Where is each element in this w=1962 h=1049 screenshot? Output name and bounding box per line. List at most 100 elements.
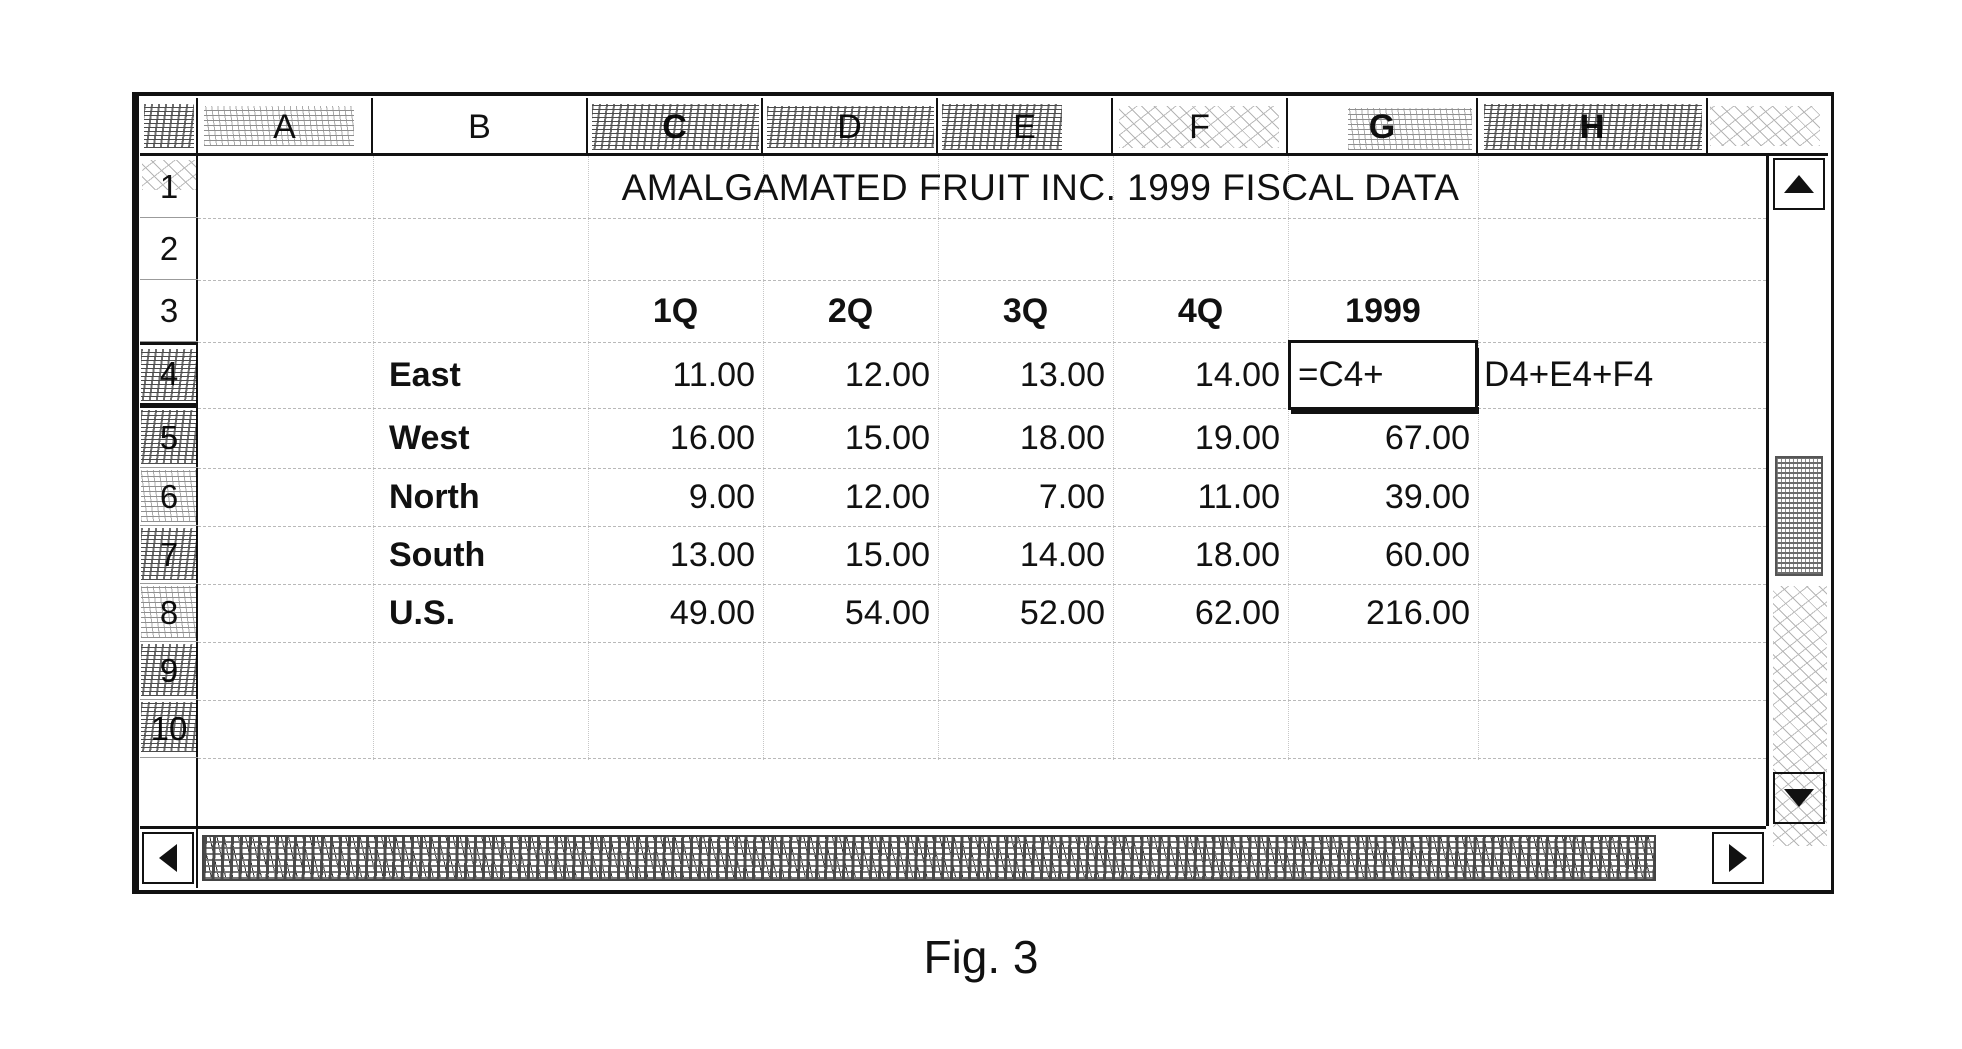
cell-f6[interactable]: 11.00	[1113, 468, 1288, 526]
cell-c6[interactable]: 9.00	[588, 468, 763, 526]
cell-e7[interactable]: 14.00	[938, 526, 1113, 584]
vertical-scrollbar[interactable]	[1766, 156, 1828, 846]
figure-caption: Fig. 3	[923, 931, 1039, 983]
cell-c8[interactable]: 49.00	[588, 584, 763, 642]
scroll-up-button[interactable]	[1773, 158, 1825, 210]
row-header-4[interactable]: 4	[140, 342, 198, 408]
column-header-a-label: A	[273, 107, 296, 146]
cell-c4[interactable]: 11.00	[588, 342, 763, 408]
row-header-column: 1 2 3 4 5 6 7 8 9 10	[140, 156, 198, 888]
column-header-row: A B C D E F G H	[198, 98, 1828, 156]
cell-d5[interactable]: 15.00	[763, 408, 938, 468]
column-header-f-label: F	[1189, 107, 1210, 146]
cell-f5-text: 19.00	[1194, 418, 1280, 457]
horizontal-scroll-thumb[interactable]	[202, 835, 1656, 881]
vertical-scroll-thumb[interactable]	[1775, 456, 1823, 576]
cell-b4[interactable]: East	[373, 342, 588, 408]
cell-g5[interactable]: 67.00	[1288, 408, 1478, 468]
cell-d3[interactable]: 2Q	[763, 280, 938, 342]
horizontal-scrollbar[interactable]	[140, 826, 1766, 888]
cell-e4-text: 13.00	[1019, 355, 1105, 394]
cell-e5[interactable]: 18.00	[938, 408, 1113, 468]
cell-c5-text: 16.00	[669, 418, 755, 457]
cell-area: AMALGAMATED FRUIT INC. 1999 FISCAL DATA …	[198, 156, 1828, 888]
row-header-7[interactable]: 7	[140, 526, 198, 584]
column-header-b[interactable]: B	[373, 98, 588, 156]
row-header-10[interactable]: 10	[140, 700, 198, 758]
gridline-h	[198, 642, 1766, 643]
cell-e8[interactable]: 52.00	[938, 584, 1113, 642]
cell-f3-text: 4Q	[1177, 291, 1224, 330]
row-header-2[interactable]: 2	[140, 218, 198, 280]
row-header-1-label: 1	[159, 167, 179, 205]
row-header-3[interactable]: 3	[140, 280, 198, 342]
cell-e3[interactable]: 3Q	[938, 280, 1113, 342]
cell-d8-text: 54.00	[844, 593, 930, 632]
cell-g3[interactable]: 1999	[1288, 280, 1478, 342]
cell-c7-text: 13.00	[669, 535, 755, 574]
cell-f5[interactable]: 19.00	[1113, 408, 1288, 468]
cell-b6-text: North	[389, 477, 480, 516]
formula-in-cell[interactable]: =C4+	[1298, 342, 1384, 408]
row-header-8[interactable]: 8	[140, 584, 198, 642]
cell-b5-text: West	[389, 418, 470, 457]
cell-f4[interactable]: 14.00	[1113, 342, 1288, 408]
cell-b8-text: U.S.	[389, 593, 456, 632]
column-header-f[interactable]: F	[1113, 98, 1288, 156]
cell-d4[interactable]: 12.00	[763, 342, 938, 408]
cell-d8[interactable]: 54.00	[763, 584, 938, 642]
column-header-e[interactable]: E	[938, 98, 1113, 156]
cell-title-text: AMALGAMATED FRUIT INC. 1999 FISCAL DATA	[621, 167, 1460, 208]
row-header-1[interactable]: 1	[140, 156, 198, 218]
cell-f3[interactable]: 4Q	[1113, 280, 1288, 342]
cell-c5[interactable]: 16.00	[588, 408, 763, 468]
cell-b8[interactable]: U.S.	[373, 584, 588, 642]
cell-g3-text: 1999	[1345, 291, 1421, 330]
cell-g6[interactable]: 39.00	[1288, 468, 1478, 526]
column-header-g[interactable]: G	[1288, 98, 1478, 156]
cell-d6-text: 12.00	[844, 477, 930, 516]
row-header-8-label: 8	[159, 593, 179, 631]
cell-d7[interactable]: 15.00	[763, 526, 938, 584]
column-header-g-label: G	[1368, 107, 1396, 146]
cell-b7[interactable]: South	[373, 526, 588, 584]
cell-c3-text: 1Q	[652, 291, 699, 330]
row-header-7-label: 7	[159, 535, 179, 573]
select-all-corner[interactable]	[140, 98, 198, 156]
column-header-c[interactable]: C	[588, 98, 763, 156]
cell-g8-text: 216.00	[1366, 593, 1470, 632]
cell-f8[interactable]: 62.00	[1113, 584, 1288, 642]
cell-f4-text: 14.00	[1194, 355, 1280, 394]
cell-b5[interactable]: West	[373, 408, 588, 468]
row-header-3-label: 3	[159, 291, 179, 329]
column-header-overflow	[1708, 98, 1824, 156]
column-header-h[interactable]: H	[1478, 98, 1708, 156]
scroll-right-button[interactable]	[1712, 832, 1764, 884]
text-caret	[1476, 348, 1479, 406]
scroll-left-button[interactable]	[142, 832, 194, 884]
cell-c3[interactable]: 1Q	[588, 280, 763, 342]
column-header-d[interactable]: D	[763, 98, 938, 156]
cell-g8[interactable]: 216.00	[1288, 584, 1478, 642]
cell-title-row1[interactable]: AMALGAMATED FRUIT INC. 1999 FISCAL DATA	[373, 158, 1708, 218]
row-header-5[interactable]: 5	[140, 408, 198, 468]
cell-c6-text: 9.00	[688, 477, 755, 516]
cell-f7[interactable]: 18.00	[1113, 526, 1288, 584]
cell-c7[interactable]: 13.00	[588, 526, 763, 584]
cell-d5-text: 15.00	[844, 418, 930, 457]
row-header-6[interactable]: 6	[140, 468, 198, 526]
cell-b6[interactable]: North	[373, 468, 588, 526]
cell-g7[interactable]: 60.00	[1288, 526, 1478, 584]
row-header-9[interactable]: 9	[140, 642, 198, 700]
row-header-5-label: 5	[159, 418, 179, 456]
cell-f6-text: 11.00	[1197, 477, 1280, 516]
cell-e4[interactable]: 13.00	[938, 342, 1113, 408]
formula-overflow[interactable]: D4+E4+F4	[1484, 342, 1653, 408]
cell-d6[interactable]: 12.00	[763, 468, 938, 526]
scroll-down-button[interactable]	[1773, 772, 1825, 824]
cell-c8-text: 49.00	[669, 593, 755, 632]
cell-g5-text: 67.00	[1384, 418, 1470, 457]
cell-e6[interactable]: 7.00	[938, 468, 1113, 526]
cell-d3-text: 2Q	[827, 291, 874, 330]
column-header-a[interactable]: A	[198, 98, 373, 156]
